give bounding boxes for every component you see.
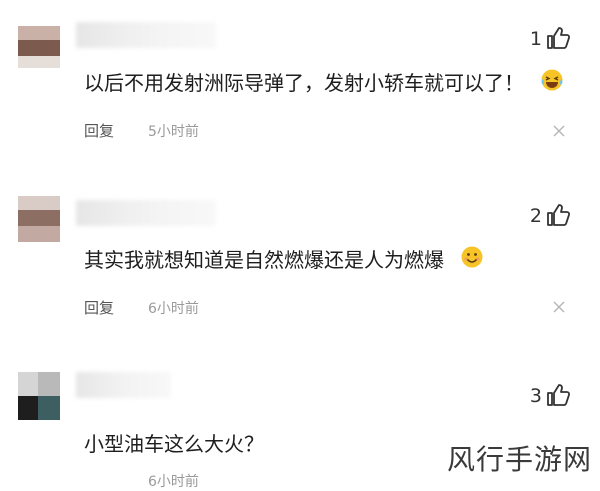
close-icon[interactable] bbox=[552, 300, 566, 314]
like-count: 3 bbox=[529, 385, 542, 407]
grinning-emoji bbox=[461, 246, 483, 268]
thumbs-up-icon[interactable] bbox=[545, 202, 571, 228]
like-count: 1 bbox=[529, 28, 542, 50]
timestamp: 5小时前 bbox=[148, 124, 199, 140]
laughing-tears-emoji bbox=[541, 69, 563, 91]
comment-2: 2 其实我就想知道是自然燃爆还是人为燃爆 回复 6小时前 bbox=[0, 160, 600, 350]
close-icon[interactable] bbox=[552, 124, 566, 138]
thumbs-up-icon[interactable] bbox=[545, 25, 571, 51]
username-blurred[interactable] bbox=[76, 200, 216, 226]
username-blurred[interactable] bbox=[76, 22, 216, 48]
watermark: 风行手游网 bbox=[446, 443, 592, 476]
timestamp: 6小时前 bbox=[148, 301, 199, 317]
comment-text: 其实我就想知道是自然燃爆还是人为燃爆 bbox=[84, 248, 444, 272]
like-count: 2 bbox=[529, 205, 542, 227]
avatar[interactable] bbox=[18, 372, 60, 420]
username-blurred[interactable] bbox=[76, 372, 171, 398]
avatar[interactable] bbox=[18, 26, 60, 68]
thumbs-up-icon[interactable] bbox=[545, 382, 571, 408]
comment-text: 以后不用发射洲际导弹了，发射小轿车就可以了！ bbox=[84, 71, 524, 95]
reply-button[interactable]: 回复 bbox=[84, 297, 114, 318]
timestamp: 6小时前 bbox=[148, 474, 199, 490]
reply-button[interactable]: 回复 bbox=[84, 120, 114, 141]
comment-1: 1 以后不用发射洲际导弹了，发射小轿车就可以了！ 回复 5小时前 bbox=[0, 0, 600, 160]
avatar[interactable] bbox=[18, 196, 60, 242]
comment-text: 小型油车这么大火？ bbox=[84, 432, 264, 456]
